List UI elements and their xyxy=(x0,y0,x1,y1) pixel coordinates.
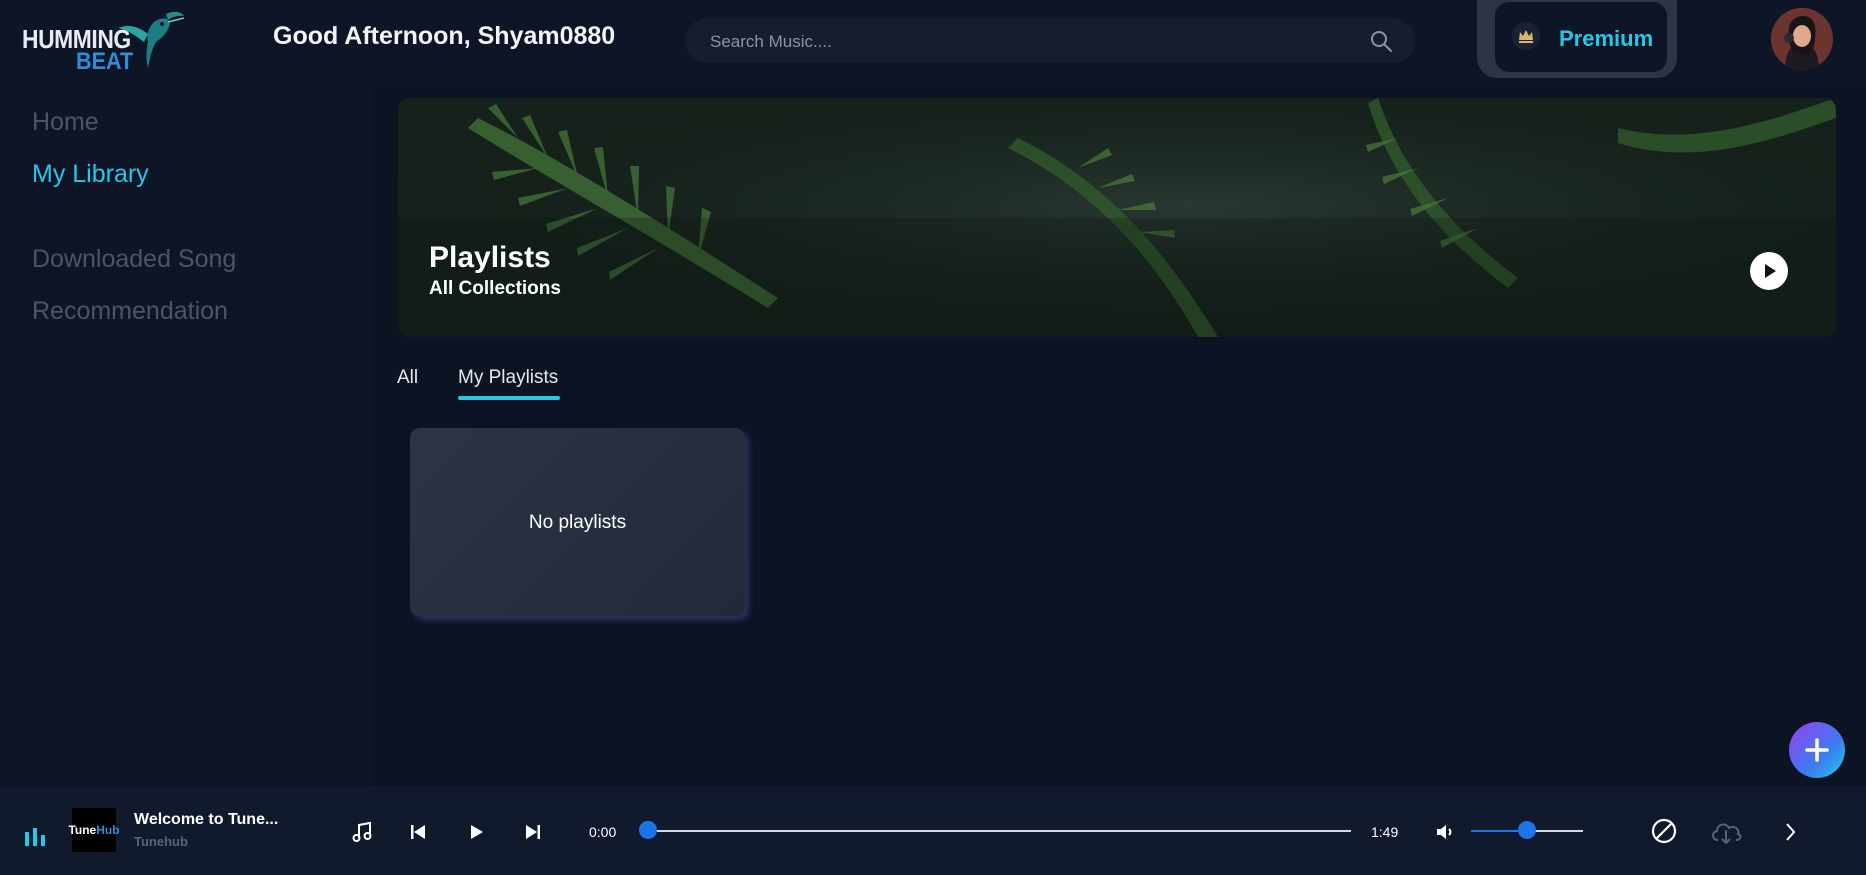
banner-subtitle: All Collections xyxy=(429,278,561,299)
next-track-icon[interactable] xyxy=(521,820,545,844)
app-logo[interactable]: HUMMING BEAT xyxy=(20,8,185,76)
premium-button[interactable]: Premium xyxy=(1495,2,1667,72)
equalizer-icon[interactable] xyxy=(24,826,46,846)
music-player-bar: Tune Hub Welcome to Tune... Tunehub 0:00 … xyxy=(0,786,1866,875)
progress-knob[interactable] xyxy=(639,821,657,839)
track-duration: 1:49 xyxy=(1371,824,1399,840)
empty-playlist-card: No playlists xyxy=(410,428,745,616)
play-icon xyxy=(1765,264,1776,278)
tab-all[interactable]: All xyxy=(397,367,418,389)
progress-track[interactable] xyxy=(648,830,1351,832)
add-playlist-button[interactable] xyxy=(1789,722,1845,778)
sidebar: Home My Library Downloaded Song Recommen… xyxy=(0,86,373,786)
chevron-right-icon[interactable] xyxy=(1778,820,1802,844)
sidebar-item-recommendation[interactable]: Recommendation xyxy=(32,297,228,326)
music-note-icon[interactable] xyxy=(350,820,374,844)
banner-title: Playlists xyxy=(429,241,551,274)
track-artist: Tunehub xyxy=(134,834,188,849)
download-cloud-icon[interactable] xyxy=(1708,816,1744,846)
empty-state-text: No playlists xyxy=(528,512,627,533)
previous-track-icon[interactable] xyxy=(406,820,430,844)
hummingbird-icon xyxy=(118,11,185,68)
tab-my-playlists[interactable]: My Playlists xyxy=(458,367,558,389)
sidebar-item-my-library[interactable]: My Library xyxy=(32,160,149,189)
fern-background-image xyxy=(398,98,1836,337)
plus-icon xyxy=(1805,738,1829,762)
thumb-text-tune: Tune xyxy=(68,823,97,837)
thumb-text-hub: Hub xyxy=(96,823,120,837)
active-tab-indicator xyxy=(458,396,560,400)
play-icon[interactable] xyxy=(464,820,488,844)
search-input[interactable]: Search Music.... xyxy=(710,32,832,52)
track-title: Welcome to Tune... xyxy=(134,811,279,828)
volume-knob[interactable] xyxy=(1518,821,1536,839)
top-header: HUMMING BEAT Good Afternoon, Shyam0880 S… xyxy=(0,0,1866,86)
playlists-banner: Playlists All Collections xyxy=(398,98,1836,337)
current-time: 0:00 xyxy=(589,824,617,840)
sidebar-item-home[interactable]: Home xyxy=(32,108,99,137)
greeting-text: Good Afternoon, Shyam0880 xyxy=(273,22,616,50)
search-bar[interactable]: Search Music.... xyxy=(685,18,1415,63)
volume-icon[interactable] xyxy=(1434,820,1458,844)
sidebar-item-downloaded-song[interactable]: Downloaded Song xyxy=(32,245,236,274)
banner-play-button[interactable] xyxy=(1750,252,1788,290)
user-avatar[interactable] xyxy=(1771,8,1833,70)
crown-icon xyxy=(1512,22,1540,50)
premium-label: Premium xyxy=(1559,26,1654,51)
track-thumbnail: Tune Hub xyxy=(68,808,120,852)
search-icon[interactable] xyxy=(1369,29,1393,53)
block-icon[interactable] xyxy=(1650,817,1678,845)
